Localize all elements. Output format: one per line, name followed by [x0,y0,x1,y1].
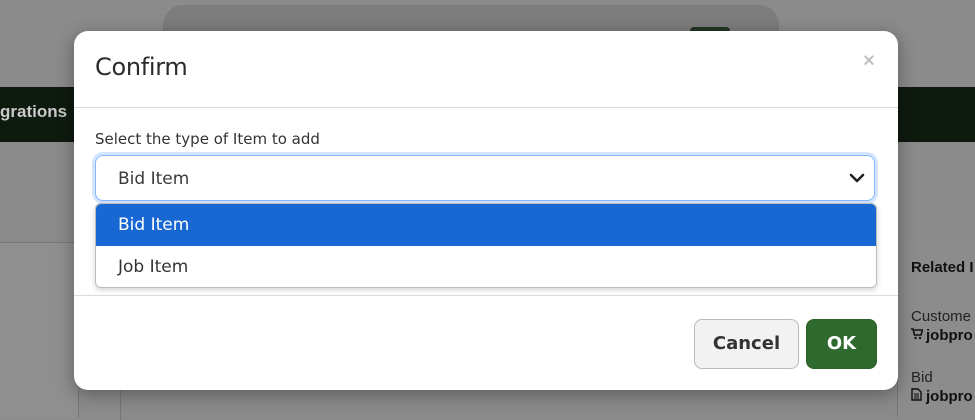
customer-label: Custome [911,308,972,325]
dialog-header: Confirm × [74,31,898,108]
dialog-footer: Cancel OK [74,295,898,391]
bid-link: jobpro [911,388,973,405]
chevron-down-icon [849,173,865,183]
close-icon[interactable]: × [860,50,878,72]
select-current-value: Bid Item [118,169,190,189]
item-type-options: Bid Item Job Item [95,203,877,288]
item-type-select[interactable]: Bid Item [95,155,875,201]
ok-button[interactable]: OK [806,319,877,369]
customer-link-text: jobpro [926,327,973,344]
customer-link: jobpro [911,327,973,344]
bid-label: Bid [911,369,933,386]
cart-icon [911,328,924,343]
confirm-dialog: Confirm × Select the type of Item to add… [74,31,898,390]
document-icon [911,388,923,404]
dialog-title: Confirm [95,53,188,81]
cancel-button[interactable]: Cancel [694,319,799,369]
background-left-panel [0,242,79,418]
background-main-panel [120,390,901,420]
option-job-item[interactable]: Job Item [96,246,876,287]
option-bid-item[interactable]: Bid Item [96,204,876,246]
bid-link-text: jobpro [926,388,973,405]
item-type-label: Select the type of Item to add [95,130,320,148]
related-heading: Related I [911,259,974,276]
nav-item-integrations: grations [0,102,68,121]
